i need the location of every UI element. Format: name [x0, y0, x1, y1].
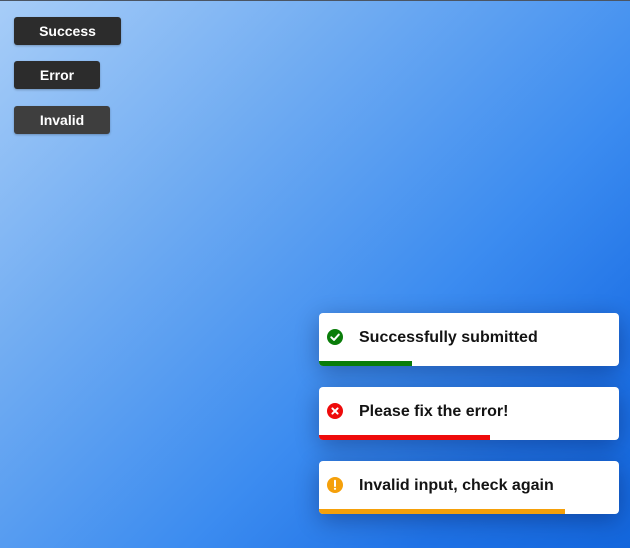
toast-message: Please fix the error! [359, 403, 509, 420]
top-border [0, 0, 630, 1]
toast-progress-bar [319, 435, 619, 440]
error-toast[interactable]: Please fix the error! [319, 387, 619, 440]
invalid-button[interactable]: Invalid [14, 106, 110, 134]
invalid-toast[interactable]: Invalid input, check again [319, 461, 619, 514]
x-circle-icon [327, 403, 343, 419]
success-button[interactable]: Success [14, 17, 121, 45]
check-circle-icon [327, 329, 343, 345]
toast-message: Successfully submitted [359, 329, 538, 346]
success-toast[interactable]: Successfully submitted [319, 313, 619, 366]
toast-progress-fill [319, 509, 565, 514]
toast-message: Invalid input, check again [359, 477, 554, 494]
toast-progress-bar [319, 509, 619, 514]
error-button[interactable]: Error [14, 61, 100, 89]
toast-progress-fill [319, 435, 490, 440]
toast-progress-bar [319, 361, 619, 366]
exclamation-circle-icon [327, 477, 343, 493]
toast-progress-fill [319, 361, 412, 366]
